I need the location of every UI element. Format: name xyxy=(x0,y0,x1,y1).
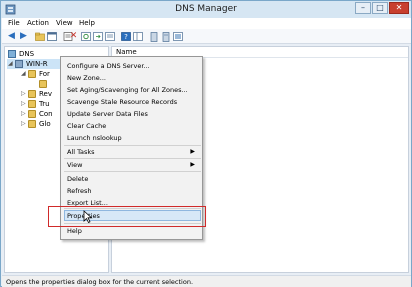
refresh-icon[interactable] xyxy=(80,31,91,42)
collapse-icon[interactable]: ◢ xyxy=(21,69,27,79)
menu-item-update-server-data-files[interactable]: Update Server Data Files xyxy=(67,109,199,119)
tree-item-reverse-zones[interactable]: ▷ Rev xyxy=(7,89,63,99)
menu-separator xyxy=(64,145,201,146)
pane-view-icon[interactable] xyxy=(132,31,143,42)
menu-item-view[interactable]: View ▶ xyxy=(67,160,199,170)
expand-icon[interactable]: ▷ xyxy=(21,119,27,129)
folder-icon xyxy=(28,120,36,128)
list-view-icon[interactable] xyxy=(104,31,115,42)
menu-item-configure-dns-server[interactable]: Configure a DNS Server... xyxy=(67,61,199,71)
tree-item-trust-points[interactable]: ▷ Tru xyxy=(7,99,63,109)
annotation-highlight-box xyxy=(48,206,206,227)
menu-item-clear-cache[interactable]: Clear Cache xyxy=(67,121,199,131)
expand-icon[interactable]: ▷ xyxy=(21,99,27,109)
delete-icon[interactable]: ✕ xyxy=(68,31,79,42)
minimize-button[interactable]: – xyxy=(355,2,371,14)
folder-icon xyxy=(28,70,36,78)
console-tree-icon[interactable] xyxy=(46,31,57,42)
folder-icon xyxy=(28,90,36,98)
expand-icon[interactable]: ▷ xyxy=(21,89,27,99)
svg-text:?: ? xyxy=(124,33,128,41)
toolbar: ◀ ▶ ✕ ? xyxy=(2,29,411,44)
tree-item-conditional-forwarders[interactable]: ▷ Con xyxy=(7,109,63,119)
menu-item-set-aging-scavenging[interactable]: Set Aging/Scavenging for All Zones... xyxy=(67,85,199,95)
menu-action[interactable]: Action xyxy=(27,19,49,27)
menu-item-label: View xyxy=(67,161,83,169)
menu-item-delete[interactable]: Delete xyxy=(67,174,199,184)
dns-icon xyxy=(8,50,16,58)
folder-icon xyxy=(28,110,36,118)
tree-item-forward-zones[interactable]: ◢ For xyxy=(7,69,63,79)
help-icon[interactable]: ? xyxy=(120,31,131,42)
menu-bar: File Action View Help xyxy=(2,18,411,29)
menu-help[interactable]: Help xyxy=(79,19,95,27)
menu-separator xyxy=(64,171,201,172)
menu-separator xyxy=(64,158,201,159)
title-bar: DNS Manager – □ ✕ xyxy=(1,1,411,18)
zone-icon[interactable] xyxy=(172,31,183,42)
submenu-arrow-icon: ▶ xyxy=(190,161,195,168)
back-arrow-icon[interactable]: ◀ xyxy=(6,31,17,42)
menu-item-label: All Tasks xyxy=(67,148,95,156)
close-button[interactable]: ✕ xyxy=(389,2,409,14)
filter-icon[interactable] xyxy=(160,31,171,42)
submenu-arrow-icon: ▶ xyxy=(190,148,195,155)
export-list-icon[interactable] xyxy=(92,31,103,42)
menu-item-refresh[interactable]: Refresh xyxy=(67,186,199,196)
menu-view[interactable]: View xyxy=(56,19,73,27)
window-title: DNS Manager xyxy=(175,4,237,14)
menu-item-new-zone[interactable]: New Zone... xyxy=(67,73,199,83)
menu-item-help[interactable]: Help xyxy=(67,226,199,236)
status-bar: Opens the properties dialog box for the … xyxy=(2,275,411,287)
forward-arrow-icon[interactable]: ▶ xyxy=(18,31,29,42)
folder-icon xyxy=(39,80,47,88)
menu-item-launch-nslookup[interactable]: Launch nslookup xyxy=(67,133,199,143)
tree-item-server[interactable]: ◢ WIN-R xyxy=(7,59,63,69)
folder-icon xyxy=(28,100,36,108)
menu-item-all-tasks[interactable]: All Tasks ▶ xyxy=(67,147,199,157)
menu-file[interactable]: File xyxy=(8,19,20,27)
maximize-button[interactable]: □ xyxy=(372,2,388,14)
server-icon[interactable] xyxy=(148,31,159,42)
server-node-icon xyxy=(15,60,23,68)
tree-item-global-logs[interactable]: ▷ Glo xyxy=(7,119,63,129)
mouse-cursor-icon xyxy=(83,210,93,223)
folder-up-icon[interactable] xyxy=(34,31,45,42)
tree-item-zone[interactable] xyxy=(7,79,63,89)
menu-item-scavenge-stale-records[interactable]: Scavenge Stale Resource Records xyxy=(67,97,199,107)
expand-icon[interactable]: ▷ xyxy=(21,109,27,119)
collapse-icon[interactable]: ◢ xyxy=(8,59,14,69)
